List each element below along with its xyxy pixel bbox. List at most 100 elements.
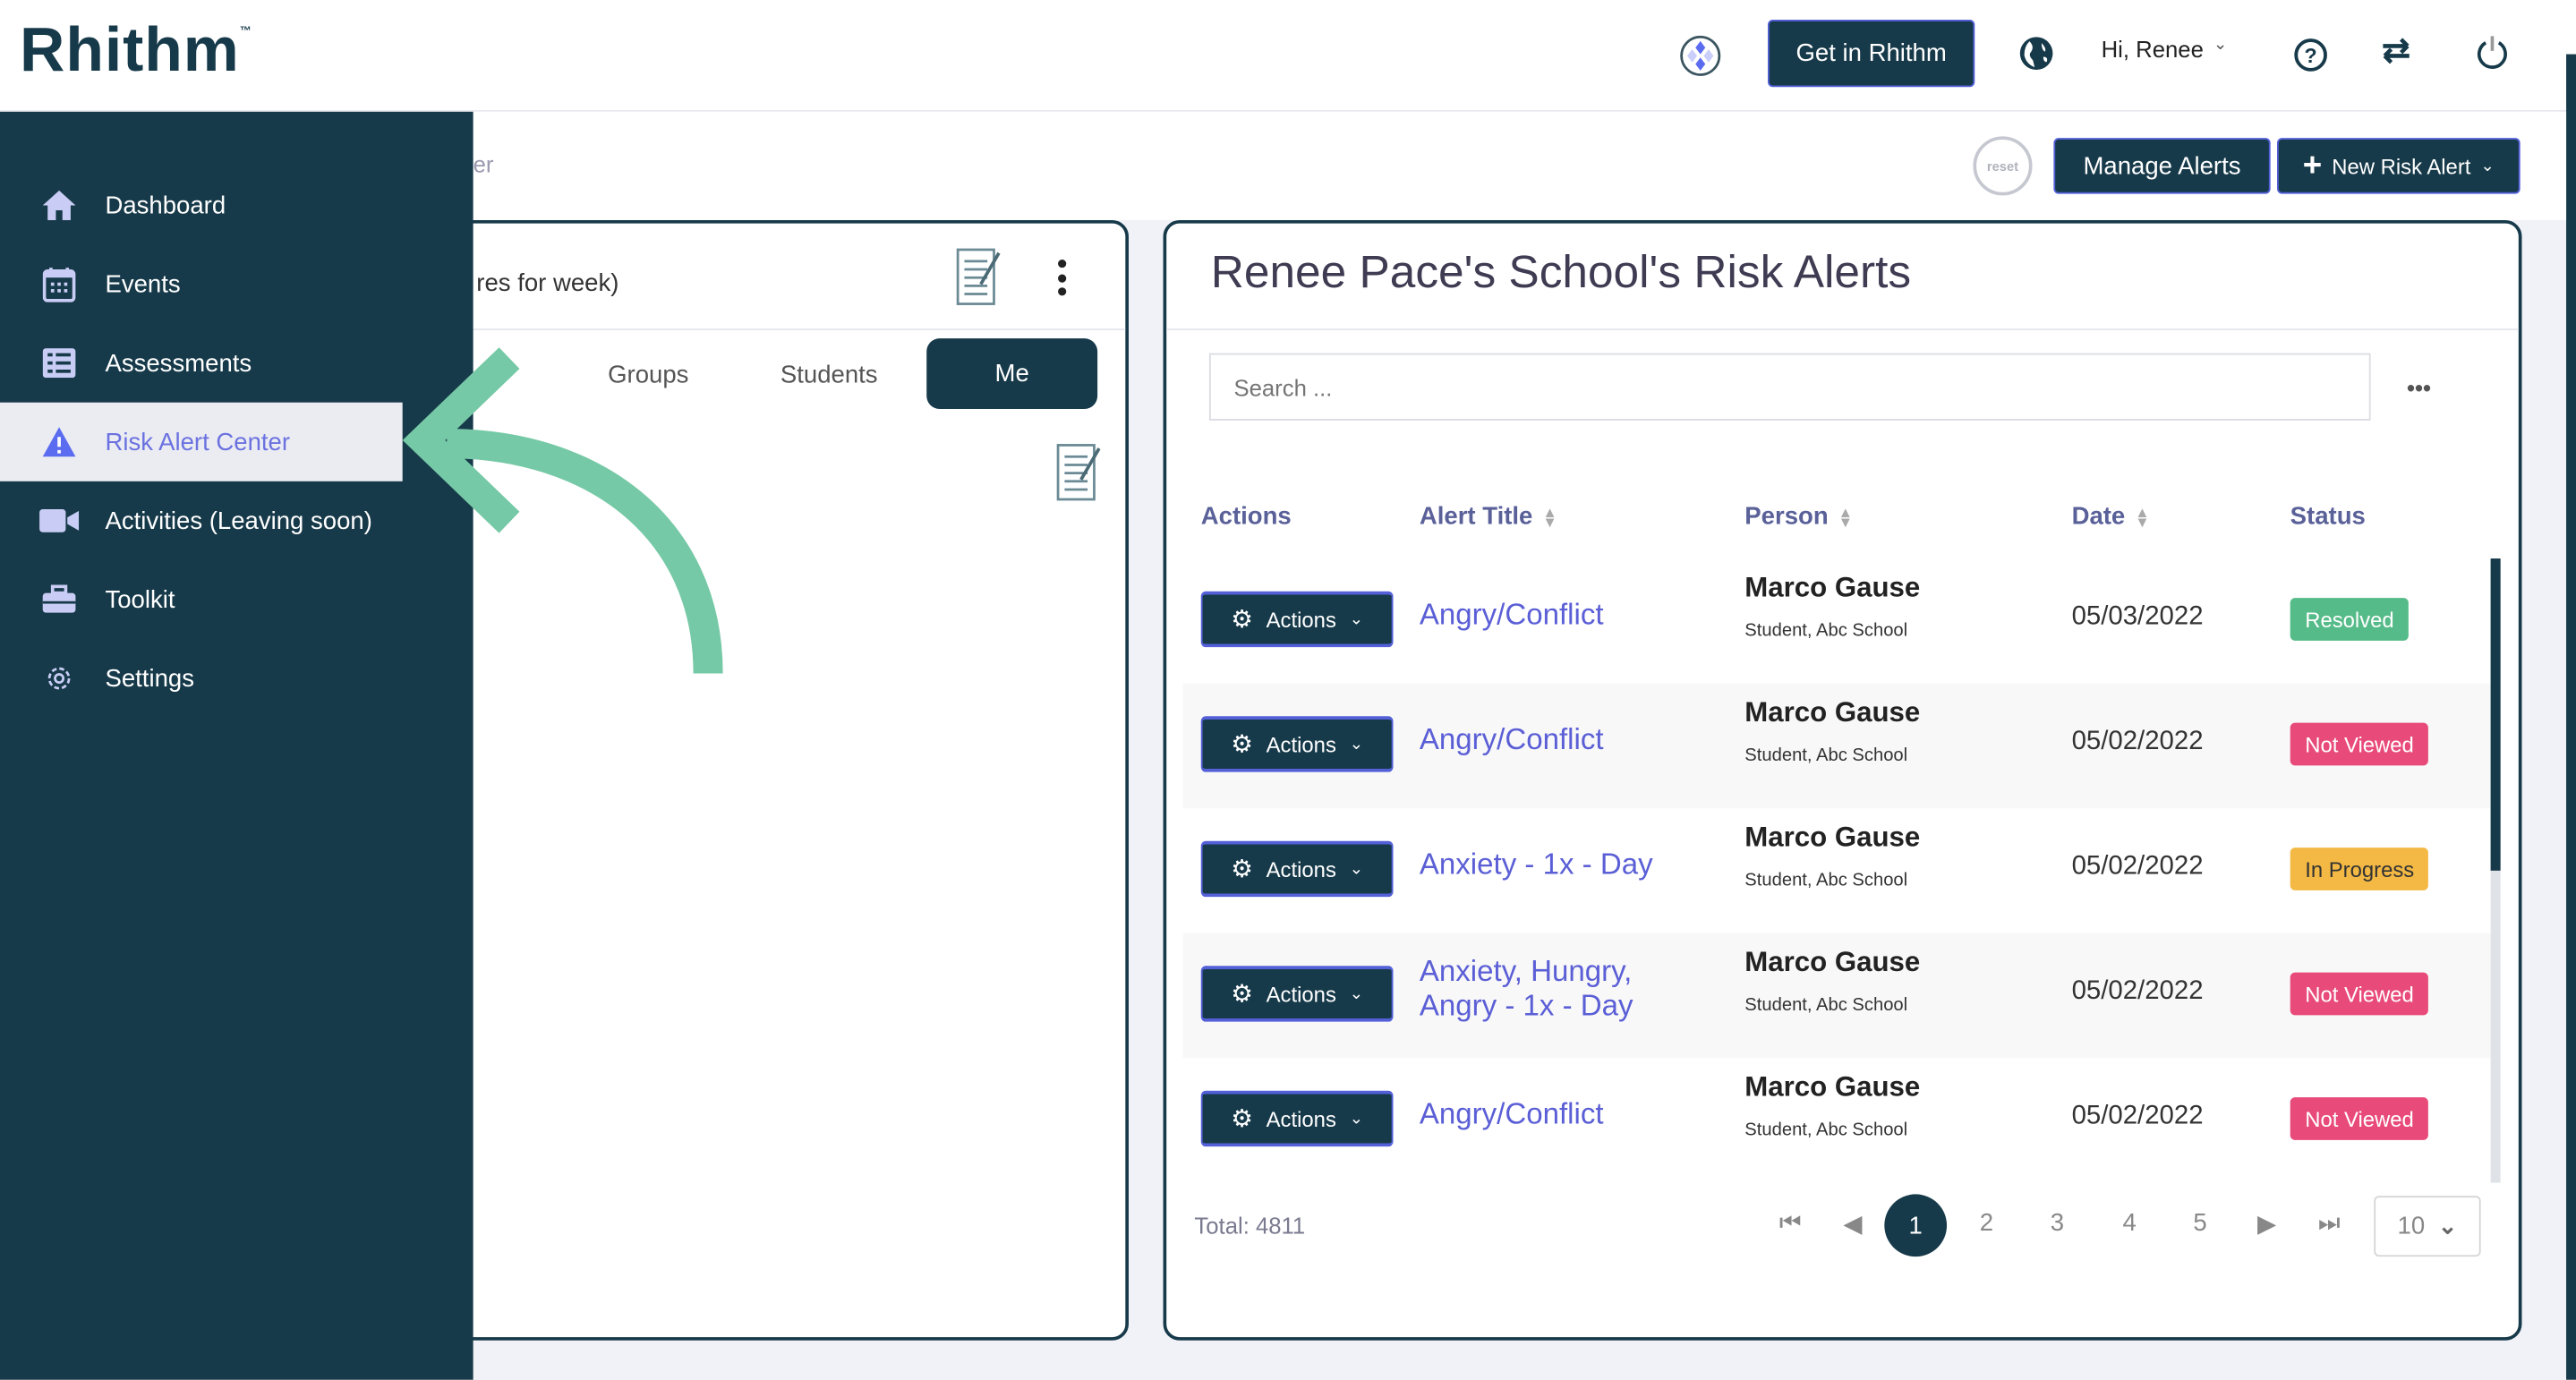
gear-icon: ⚙	[1231, 730, 1253, 760]
actions-dropdown-button[interactable]: ⚙ Actions ⌄	[1200, 1090, 1394, 1147]
user-greeting: Hi, Renee	[2101, 36, 2204, 63]
table-scrollbar-thumb[interactable]	[2490, 558, 2501, 871]
chevron-down-icon: ⌄	[2480, 157, 2495, 175]
status-badge: Not Viewed	[2290, 722, 2429, 766]
page-4-button[interactable]: 4	[2122, 1209, 2136, 1237]
alert-title-link[interactable]: Angry/Conflict	[1420, 1097, 1699, 1132]
rhithm-app-icon[interactable]	[1679, 35, 1722, 78]
actions-dropdown-button[interactable]: ⚙ Actions ⌄	[1200, 840, 1394, 898]
person-role: Student, Abc School	[1744, 995, 1908, 1016]
sidebar-item-toolkit[interactable]: Toolkit	[0, 560, 473, 639]
column-header-alert-title[interactable]: Alert Title ▲ ▼	[1420, 503, 1557, 531]
chevron-down-icon: ⌄	[2213, 36, 2228, 55]
rhithm-logo[interactable]: Rhithm™	[20, 16, 252, 87]
plus-icon: +	[2302, 147, 2323, 183]
status-badge: Not Viewed	[2290, 1097, 2429, 1140]
more-options-icon[interactable]: •••	[2407, 374, 2431, 400]
home-icon	[39, 185, 79, 225]
column-header-date[interactable]: Date ▲ ▼	[2072, 503, 2150, 531]
status-badge: In Progress	[2290, 848, 2429, 890]
reset-icon[interactable]: reset	[1973, 136, 2033, 196]
first-page-icon[interactable]: ⏮	[1779, 1209, 1802, 1237]
top-header: Rhithm™ Get in Rhithm Hi, Renee ⌄ ?	[0, 0, 2567, 112]
alert-title-link[interactable]: Angry/Conflict	[1420, 723, 1699, 758]
sort-icon: ▲ ▼	[1542, 503, 1557, 530]
prev-page-icon[interactable]: ◀	[1843, 1209, 1862, 1239]
sort-icon: ▲ ▼	[2135, 503, 2150, 530]
page-2-button[interactable]: 2	[1980, 1209, 1993, 1237]
last-page-icon[interactable]: ⏭	[2318, 1209, 2341, 1237]
user-menu[interactable]: Hi, Renee ⌄	[2102, 36, 2228, 62]
actions-dropdown-button[interactable]: ⚙ Actions ⌄	[1200, 966, 1394, 1022]
get-in-rhithm-button[interactable]: Get in Rhithm	[1767, 20, 1975, 88]
table-row: ⚙ Actions ⌄ Angry/Conflict Marco Gause Studen…	[1183, 558, 2491, 683]
chevron-down-icon: ⌄	[1349, 735, 1363, 754]
alert-date: 05/02/2022	[2071, 1102, 2204, 1130]
person-role: Student, Abc School	[1744, 745, 1908, 766]
alert-title-link[interactable]: Anxiety, Hungry, Angry - 1x - Day	[1420, 954, 1699, 1023]
sidebar-item-risk-alert-center[interactable]: Risk Alert Center	[0, 402, 403, 481]
search-input[interactable]	[1208, 353, 2371, 421]
logo-text: Rhithm	[20, 16, 240, 86]
person-role: Student, Abc School	[1744, 620, 1908, 641]
sidebar-item-label: Assessments	[105, 349, 252, 378]
video-icon	[39, 501, 80, 541]
sort-icon: ▲ ▼	[1838, 503, 1854, 530]
kebab-menu-icon[interactable]	[1058, 260, 1068, 296]
page-size-select[interactable]: 10 ⌄	[2374, 1196, 2481, 1257]
alert-date: 05/02/2022	[2071, 977, 2204, 1006]
next-page-icon[interactable]: ▶	[2257, 1209, 2276, 1239]
page-1-button[interactable]: 1	[1884, 1194, 1948, 1257]
page-5-button[interactable]: 5	[2193, 1209, 2206, 1237]
person-name: Marco Gause	[1744, 1070, 1921, 1103]
tab-groups[interactable]: Groups	[608, 362, 688, 389]
notepad-icon[interactable]	[1054, 444, 1104, 503]
table-scrollbar[interactable]	[2490, 558, 2501, 1183]
globe-icon[interactable]	[2019, 36, 2054, 71]
notes-icon[interactable]	[956, 248, 1002, 307]
chevron-down-icon: ⌄	[1349, 1109, 1363, 1129]
new-risk-alert-button[interactable]: + New Risk Alert ⌄	[2277, 138, 2521, 194]
sidebar-item-activities-leaving-soon[interactable]: Activities (Leaving soon)	[0, 481, 473, 560]
logo-tm: ™	[239, 26, 252, 38]
sidebar-item-label: Risk Alert Center	[105, 428, 291, 456]
actions-dropdown-button[interactable]: ⚙ Actions ⌄	[1200, 591, 1394, 648]
actions-dropdown-button[interactable]: ⚙ Actions ⌄	[1200, 716, 1394, 772]
alert-title-link[interactable]: Angry/Conflict	[1420, 598, 1699, 633]
person-name: Marco Gause	[1744, 571, 1921, 603]
sidebar-item-events[interactable]: Events	[0, 244, 473, 323]
sidebar-item-label: Toolkit	[105, 585, 175, 614]
page-scrollbar[interactable]	[2566, 0, 2576, 1380]
tab-me[interactable]: Me	[926, 338, 1098, 410]
svg-text:?: ?	[2305, 44, 2317, 67]
actions-label: Actions	[1266, 607, 1336, 632]
sidebar-item-dashboard[interactable]: Dashboard	[0, 166, 473, 244]
sidebar-item-assessments[interactable]: Assessments	[0, 324, 473, 403]
table-row: ⚙ Actions ⌄ Anxiety - 1x - Day Marco Gause St…	[1183, 808, 2491, 933]
help-icon[interactable]: ?	[2293, 38, 2328, 72]
column-header-status: Status	[2290, 502, 2366, 531]
sidebar-item-settings[interactable]: Settings	[0, 639, 473, 718]
new-risk-alert-label: New Risk Alert	[2332, 153, 2471, 179]
manage-alerts-button[interactable]: Manage Alerts	[2053, 138, 2271, 194]
power-icon[interactable]	[2476, 35, 2509, 71]
column-header-actions: Actions	[1200, 502, 1292, 531]
page-3-button[interactable]: 3	[2051, 1209, 2064, 1237]
breadcrumb: er	[473, 150, 494, 178]
column-header-person[interactable]: Person ▲ ▼	[1744, 503, 1853, 531]
gear-icon: ⚙	[1231, 1105, 1253, 1134]
person-role: Student, Abc School	[1744, 870, 1908, 890]
page-scrollbar-thumb[interactable]	[2566, 54, 2576, 1380]
alert-date: 05/03/2022	[2071, 602, 2204, 631]
gear-icon	[39, 659, 79, 698]
status-badge: Not Viewed	[2290, 972, 2429, 1016]
chevron-down-icon: ⌄	[1349, 859, 1363, 879]
tab-students[interactable]: Students	[780, 362, 878, 389]
alert-title-link[interactable]: Anxiety - 1x - Day	[1420, 848, 1699, 882]
gear-icon: ⚙	[1231, 856, 1253, 884]
table-row: ⚙ Actions ⌄ Angry/Conflict Marco Gause Studen…	[1182, 683, 2491, 809]
sidebar-item-label: Events	[105, 269, 181, 299]
list-icon	[39, 344, 79, 383]
switch-icon[interactable]	[2379, 36, 2414, 65]
divider	[1166, 328, 2519, 330]
